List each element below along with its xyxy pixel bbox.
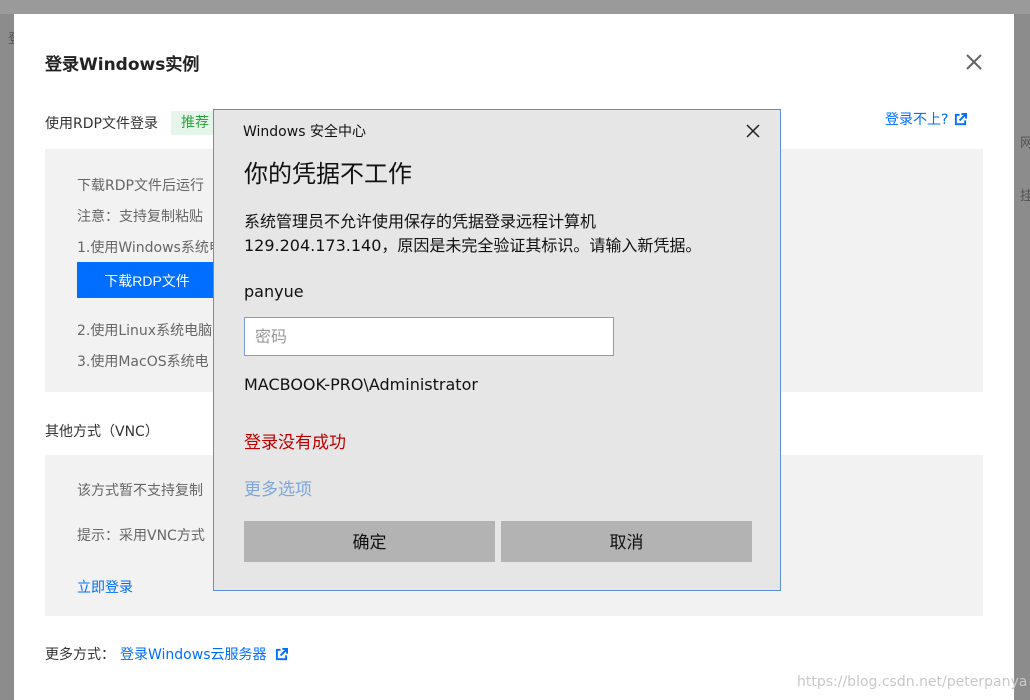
rdp-step-windows: 1.使用Windows系统电 <box>77 240 223 256</box>
modal-title: 登录Windows实例 <box>45 55 200 75</box>
dialog-message-line: 系统管理员不允许使用保存的凭据登录远程计算机 <box>244 212 597 231</box>
vnc-section-label: 其他方式（VNC） <box>45 424 159 440</box>
dialog-message: 系统管理员不允许使用保存的凭据登录远程计算机 129.204.173.140，原… <box>244 210 764 258</box>
watermark: https://blog.csdn.net/peterpanya <box>797 674 1028 690</box>
close-icon[interactable] <box>962 50 986 74</box>
vnc-note: 该方式暂不支持复制 <box>77 483 203 499</box>
password-input[interactable] <box>244 317 614 356</box>
login-help-link[interactable]: 登录不上? <box>885 109 968 129</box>
background-page <box>0 0 1030 14</box>
dialog-message-line: 129.204.173.140，原因是未完全验证其标识。请输入新凭据。 <box>244 236 702 255</box>
background-text: 挂 <box>1020 189 1030 204</box>
ok-button[interactable]: 确定 <box>244 521 495 562</box>
dialog-heading: 你的凭据不工作 <box>244 160 412 188</box>
username-label: panyue <box>244 282 304 301</box>
more-options-link[interactable]: 更多选项 <box>244 475 312 500</box>
external-link-icon <box>955 112 968 125</box>
domain-label: MACBOOK-PRO\Administrator <box>244 375 478 394</box>
error-message: 登录没有成功 <box>244 433 346 453</box>
rdp-note: 注意：支持复制粘贴 <box>77 209 203 225</box>
recommend-badge: 推荐 <box>171 111 219 135</box>
rdp-step-macos: 3.使用MacOS系统电 <box>77 354 209 370</box>
external-link-icon <box>275 647 288 660</box>
login-help-label: 登录不上? <box>885 112 949 128</box>
dialog-app-title: Windows 安全中心 <box>243 124 366 140</box>
windows-cloud-server-label: 登录Windows云服务器 <box>120 647 267 663</box>
vnc-tip: 提示：采用VNC方式 <box>77 528 205 544</box>
rdp-instruction: 下载RDP文件后运行 <box>77 178 204 194</box>
more-methods-label: 更多方式： <box>45 647 115 663</box>
cancel-button[interactable]: 取消 <box>501 521 752 562</box>
background-text: 网 <box>1020 136 1030 151</box>
windows-cloud-server-link[interactable]: 登录Windows云服务器 <box>120 644 288 664</box>
vnc-login-link[interactable]: 立即登录 <box>77 577 133 597</box>
rdp-section-label: 使用RDP文件登录 <box>45 116 158 132</box>
download-rdp-button[interactable]: 下载RDP文件 <box>77 262 217 298</box>
windows-security-dialog: Windows 安全中心 你的凭据不工作 系统管理员不允许使用保存的凭据登录远程… <box>213 109 781 591</box>
close-icon[interactable] <box>744 122 762 140</box>
rdp-step-linux: 2.使用Linux系统电脑 <box>77 323 213 339</box>
